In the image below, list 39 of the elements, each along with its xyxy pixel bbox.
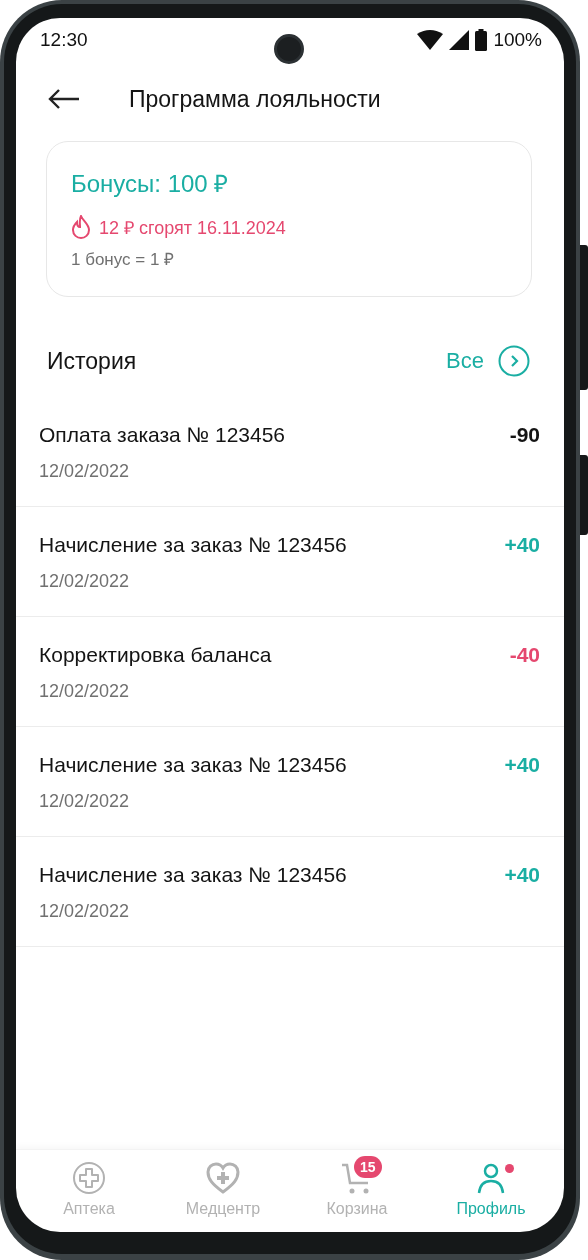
expiring-bonuses: 12 ₽ сгорят 16.11.2024	[99, 217, 286, 239]
bonus-balance: Бонусы: 100 ₽	[71, 169, 230, 199]
camera-icon	[274, 34, 304, 64]
transaction-date: 12/02/2022	[39, 901, 131, 922]
history-item[interactable]: Начисление за заказ № 123456 12/02/2022 +40	[16, 507, 564, 617]
cross-icon	[72, 1161, 106, 1195]
person-icon	[476, 1162, 506, 1194]
transaction-title: Начисление за заказ № 123456	[39, 863, 347, 887]
transaction-amount: +40	[504, 533, 540, 558]
heart-plus-icon	[206, 1162, 240, 1194]
transaction-date: 12/02/2022	[39, 461, 131, 482]
transaction-amount: -40	[509, 643, 540, 668]
transaction-date: 12/02/2022	[39, 681, 131, 702]
history-title: История	[47, 347, 137, 375]
status-time: 12:30	[40, 29, 88, 51]
transaction-title: Корректировка баланса	[39, 643, 272, 667]
back-button[interactable]	[48, 88, 80, 110]
battery-percent: 100%	[493, 29, 542, 51]
history-item[interactable]: Корректировка баланса 12/02/2022 -40	[16, 617, 564, 727]
signal-icon	[449, 30, 470, 50]
back-arrow-icon	[48, 88, 80, 110]
transaction-title: Начисление за заказ № 123456	[39, 753, 347, 777]
history-item[interactable]: Начисление за заказ № 123456 12/02/2022 +40	[16, 727, 564, 837]
transaction-amount: +40	[504, 753, 540, 778]
wifi-icon	[417, 30, 444, 50]
history-item[interactable]: Оплата заказа № 123456 12/02/2022 -90	[16, 397, 564, 507]
history-item[interactable]: Начисление за заказ № 123456 12/02/2022 +40	[16, 837, 564, 947]
battery-icon	[475, 29, 488, 51]
cart-count-badge: 15	[354, 1156, 382, 1178]
transaction-amount: -90	[509, 423, 540, 448]
transaction-title: Начисление за заказ № 123456	[39, 533, 347, 557]
transaction-date: 12/02/2022	[39, 571, 131, 592]
bonus-rate: 1 бонус = 1 ₽	[71, 249, 176, 270]
transaction-date: 12/02/2022	[39, 791, 131, 812]
flame-icon	[71, 215, 91, 239]
transaction-amount: +40	[504, 863, 540, 888]
chevron-circle-icon	[498, 345, 530, 377]
transaction-title: Оплата заказа № 123456	[39, 423, 286, 447]
page-title: Программа лояльности	[129, 85, 381, 113]
